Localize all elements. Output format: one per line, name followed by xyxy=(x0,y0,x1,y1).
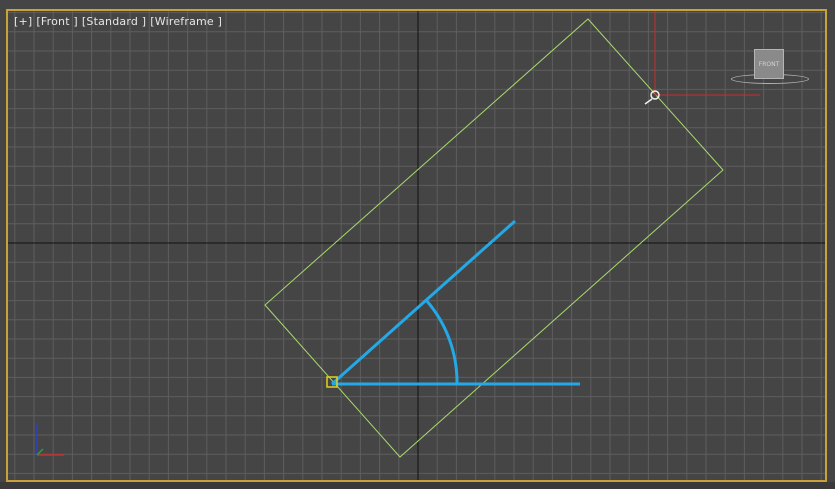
viewport-shading-menu[interactable]: [Wireframe ] xyxy=(150,15,222,28)
viewport-bottom-strip xyxy=(0,482,835,489)
angle-measure-tool xyxy=(326,219,580,388)
angle-arc xyxy=(424,299,459,385)
pivot-gizmo-icon[interactable] xyxy=(644,90,660,105)
viewport-scene[interactable] xyxy=(0,0,835,489)
viewport-grid xyxy=(6,9,827,482)
axis-triad-icon xyxy=(36,424,64,456)
angle-ray-rotated xyxy=(331,219,516,386)
viewcube-front-face[interactable]: FRONT xyxy=(754,49,784,79)
front-viewport[interactable]: [+] [Front ] [Standard ] [Wireframe ] FR… xyxy=(0,0,835,489)
viewport-preset-menu[interactable]: [Standard ] xyxy=(82,15,146,28)
viewport-label-menu[interactable]: [+] [Front ] [Standard ] [Wireframe ] xyxy=(14,15,222,28)
viewcube-icon[interactable]: FRONT xyxy=(725,46,810,90)
viewport-view-menu[interactable]: [Front ] xyxy=(36,15,78,28)
viewport-plus-menu[interactable]: [+] xyxy=(14,15,32,28)
